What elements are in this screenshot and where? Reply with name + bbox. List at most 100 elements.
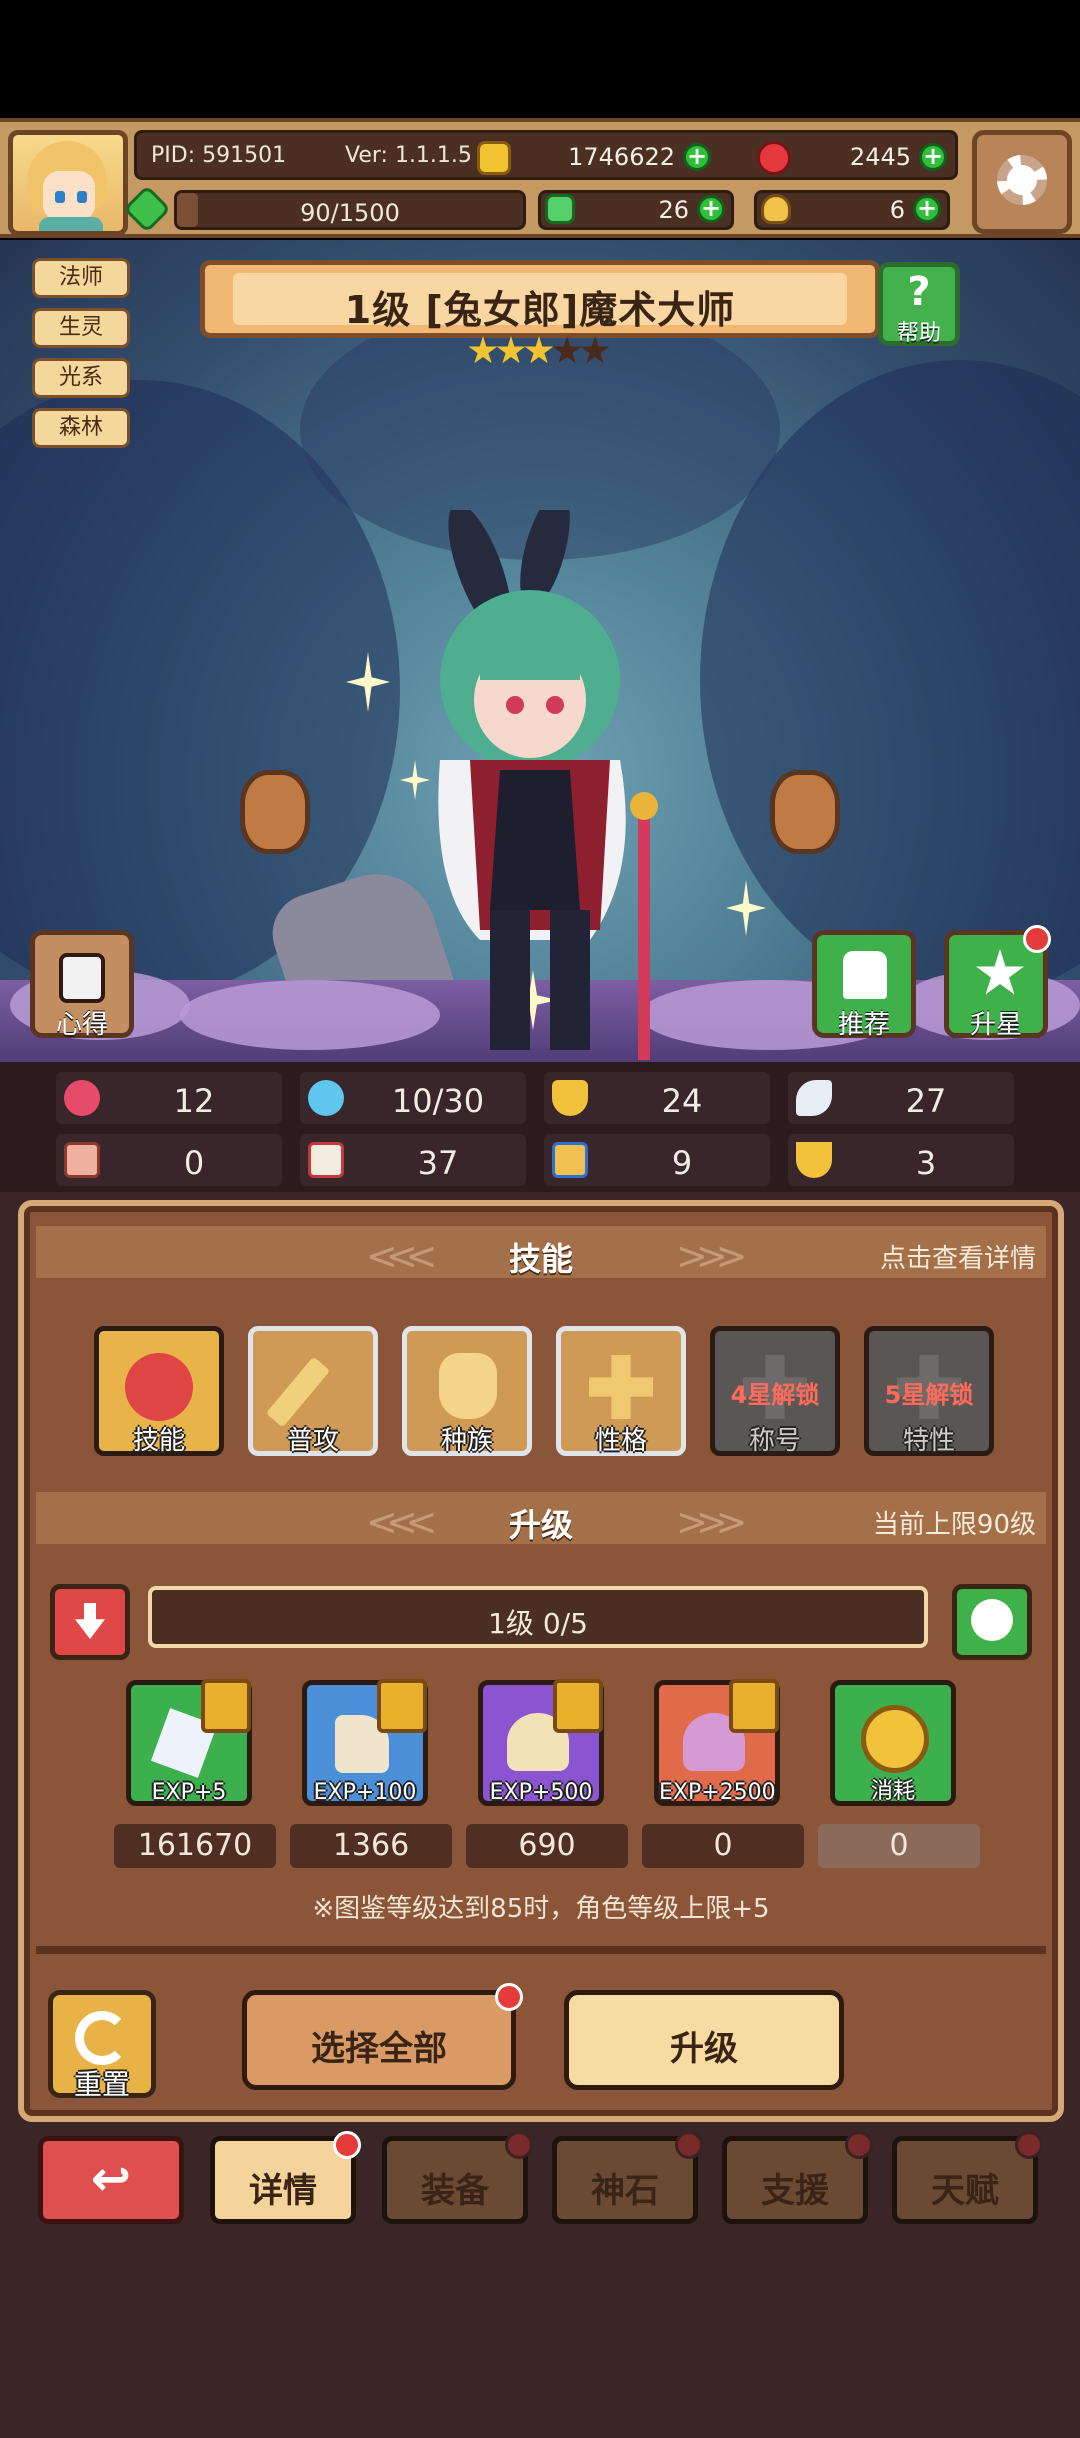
character-title-plate: 1级 [兔女郎]魔术大师 — [200, 260, 880, 338]
stamina-icon — [122, 184, 172, 234]
add-gem-button[interactable]: + — [919, 143, 947, 171]
stamina-bar: 90/1500 — [174, 190, 526, 230]
insight-label: 心得 — [55, 1010, 108, 1040]
tab-equipment[interactable]: 装备 — [382, 2131, 533, 2224]
exp-label: EXP+2500 — [659, 1780, 776, 1805]
skill-slot-race[interactable]: 种族 — [402, 1326, 532, 1456]
avatar-face — [43, 171, 95, 221]
horseshoe-icon — [796, 1142, 832, 1178]
star-empty-icon — [580, 336, 610, 364]
tab-label: 详情 — [249, 2171, 317, 2211]
stat-boot: 9 — [544, 1134, 770, 1186]
notification-dot — [333, 2131, 361, 2159]
tag-race[interactable]: 生灵 — [32, 308, 130, 348]
notification-dot — [505, 2131, 533, 2159]
level-progress-text: 1级 0/5 — [488, 1607, 588, 1640]
avatar-eye — [55, 191, 65, 203]
tab-label: 支援 — [761, 2171, 829, 2211]
exp-label: EXP+100 — [313, 1780, 417, 1805]
skill-slot-title[interactable]: 4星解锁 称号 — [710, 1326, 840, 1456]
gem-amount: 2445 — [849, 143, 911, 171]
gold-coin-icon — [477, 141, 511, 175]
gold-cost-item: 消耗 — [830, 1680, 956, 1806]
tab-details[interactable]: 详情 — [210, 2131, 361, 2224]
gold-coin-icon — [861, 1705, 929, 1773]
skill-label: 种族 — [440, 1426, 493, 1456]
character-tags: 法师 生灵 光系 森林 — [32, 258, 130, 458]
star-icon — [976, 949, 1024, 995]
reset-button[interactable]: 重置 — [48, 1990, 156, 2101]
stat-value: 9 — [671, 1144, 693, 1182]
panel-divider — [36, 1946, 1046, 1954]
return-arrow-icon: ↩ — [90, 2151, 132, 2207]
star-up-button[interactable]: 升星 — [944, 925, 1051, 1040]
tab-divine-stone[interactable]: 神石 — [552, 2131, 703, 2224]
affection-left-icon[interactable] — [240, 770, 310, 854]
stat-magic: 37 — [300, 1134, 526, 1186]
level-cap-note: ※图鉴等级达到85时，角色等级上限+5 — [312, 1894, 770, 1924]
coin-badge-icon — [377, 1679, 427, 1733]
level-up-plus-button[interactable] — [952, 1584, 1032, 1660]
notification-dot — [845, 2131, 873, 2159]
tab-label: 装备 — [421, 2171, 489, 2211]
select-all-label: 选择全部 — [311, 2029, 447, 2069]
level-down-button[interactable] — [50, 1584, 130, 1660]
clover-resource: 26 + — [538, 190, 734, 230]
exp-item-large[interactable]: EXP+500 — [478, 1679, 604, 1806]
upgrade-button[interactable]: 升级 — [564, 1990, 844, 2090]
skill-label: 称号 — [748, 1426, 801, 1456]
exp-item-medium[interactable]: EXP+100 — [302, 1679, 428, 1806]
skill-label: 技能 — [132, 1426, 185, 1456]
tab-talent[interactable]: 天赋 — [892, 2131, 1043, 2224]
exp-label: EXP+500 — [489, 1780, 593, 1805]
stat-attack: 0 — [56, 1134, 282, 1186]
tab-support[interactable]: 支援 — [722, 2131, 873, 2224]
tab-label: 天赋 — [931, 2171, 999, 2211]
stats-grid: 12 10/30 24 27 0 37 9 3 — [0, 1062, 1080, 1192]
potion-icon — [761, 194, 791, 224]
sparkle-icon — [726, 880, 766, 936]
skill-slot-skill[interactable]: 技能 — [94, 1326, 224, 1456]
exp-item-huge[interactable]: EXP+2500 — [654, 1679, 780, 1806]
gold-resource: 1746622 + — [477, 139, 717, 175]
help-button[interactable]: ? 帮助 — [878, 262, 960, 346]
add-gold-button[interactable]: + — [683, 143, 711, 171]
affection-right-icon[interactable] — [770, 770, 840, 854]
potion-resource: 6 + — [754, 190, 950, 230]
help-label: 帮助 — [896, 321, 941, 346]
skills-hint: 点击查看详情 — [879, 1244, 1036, 1274]
stat-defense: 24 — [544, 1072, 770, 1124]
insight-button[interactable]: 心得 — [30, 930, 134, 1040]
tag-habitat[interactable]: 森林 — [32, 408, 130, 448]
stamina-text: 90/1500 — [300, 199, 400, 227]
item-count: 0 — [642, 1824, 804, 1868]
tag-element[interactable]: 光系 — [32, 358, 130, 398]
skill-label: 性格 — [594, 1426, 647, 1456]
stat-value: 10/30 — [391, 1082, 485, 1120]
select-all-button[interactable]: 选择全部 — [242, 1983, 523, 2090]
resource-row-bottom: 90/1500 26 + 6 + — [122, 184, 958, 234]
stat-value: 3 — [915, 1144, 937, 1182]
skill-slot-trait[interactable]: 5星解锁 特性 — [864, 1326, 994, 1456]
stat-value: 27 — [905, 1082, 947, 1120]
back-button[interactable]: ↩ — [38, 2136, 184, 2224]
star-filled-icon — [524, 336, 554, 364]
settings-button[interactable] — [972, 130, 1072, 234]
skill-slot-attack[interactable]: 普攻 — [248, 1326, 378, 1456]
add-clover-button[interactable]: + — [697, 195, 725, 223]
recommend-button[interactable]: 推荐 — [812, 930, 916, 1040]
star-empty-icon — [552, 336, 582, 364]
skill-slot-personality[interactable]: 性格 — [556, 1326, 686, 1456]
heart-icon — [64, 1080, 100, 1116]
notification-dot — [1023, 925, 1051, 953]
exp-item-small[interactable]: EXP+5 — [126, 1679, 252, 1806]
add-potion-button[interactable]: + — [913, 195, 941, 223]
tag-class[interactable]: 法师 — [32, 258, 130, 298]
boot-icon — [552, 1142, 588, 1178]
download-arrow-icon — [75, 1603, 105, 1639]
notification-dot — [1015, 2131, 1043, 2159]
avatar-eye — [77, 191, 87, 203]
player-avatar[interactable] — [8, 130, 128, 236]
top-bar: PID: 591501 Ver: 1.1.1.5 1746622 + 2445 … — [0, 118, 1080, 238]
coin-badge-icon — [729, 1679, 779, 1733]
